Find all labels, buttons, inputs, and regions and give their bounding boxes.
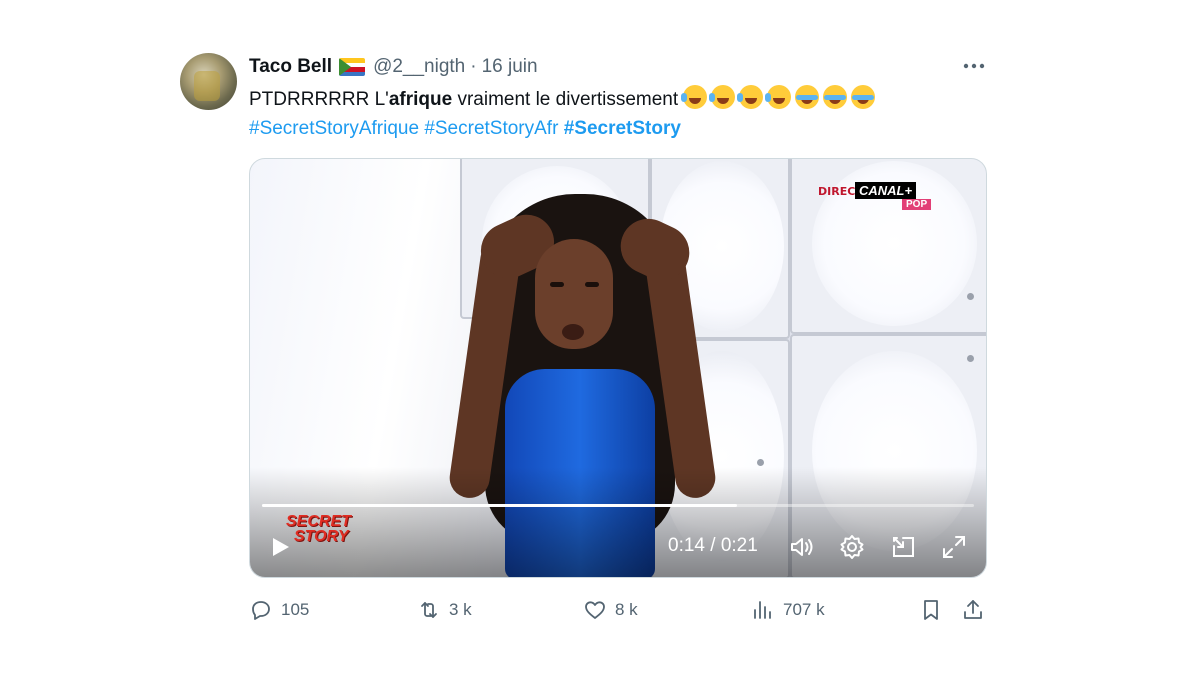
duration: 0:21	[720, 535, 758, 556]
show-logo-line1: SECRET	[286, 513, 351, 530]
channel-logo: CANAL+	[855, 182, 917, 199]
volume-icon[interactable]	[788, 533, 816, 561]
show-logo: SECRET STORY	[286, 513, 351, 545]
comoros-flag-icon	[339, 58, 366, 76]
tears-of-joy-emoji-icon	[709, 85, 736, 109]
hashtag-link[interactable]: #SecretStory	[564, 118, 681, 139]
views-icon	[754, 601, 771, 619]
loudly-crying-emoji-icon	[823, 85, 848, 109]
tears-of-joy-emoji-icon	[765, 85, 792, 109]
picture-in-picture-icon[interactable]	[890, 533, 918, 561]
tears-of-joy-emoji-icon	[681, 85, 708, 109]
video-time: 0:14 / 0:21	[668, 535, 758, 557]
tweet: Taco Bell @2__nigth · 16 juin PTDRRRRRR …	[180, 50, 990, 640]
video-player[interactable]: DIRECT CANAL+ POP SECRET STORY 0:14 / 0:…	[249, 158, 987, 578]
separator-dot: ·	[470, 56, 477, 77]
loudly-crying-emoji-icon	[851, 85, 876, 109]
share-icon[interactable]	[961, 598, 985, 622]
tweet-text-end: vraiment le divertissement	[452, 89, 684, 110]
hashtag-link[interactable]: #SecretStoryAfrique	[249, 118, 419, 139]
fullscreen-icon[interactable]	[940, 533, 968, 561]
author-handle[interactable]: @2__nigth	[373, 56, 465, 78]
tweet-header: Taco Bell @2__nigth · 16 juin	[249, 55, 538, 79]
views-button[interactable]: 707 k	[751, 598, 825, 622]
reply-icon	[252, 601, 270, 620]
tweet-text: PTDRRRRRR L'afrique vraiment le divertis…	[249, 85, 989, 143]
controls-overlay	[250, 467, 986, 577]
more-icon[interactable]	[960, 54, 988, 78]
author-name[interactable]: Taco Bell	[249, 56, 332, 78]
reply-button[interactable]: 105	[249, 598, 309, 622]
play-icon[interactable]	[268, 535, 292, 559]
reply-count: 105	[281, 600, 310, 619]
repost-button[interactable]: 3 k	[417, 598, 472, 622]
video-progress-fill	[262, 504, 737, 507]
hashtag-link[interactable]: #SecretStoryAfr	[424, 118, 558, 139]
video-progress-bar[interactable]	[262, 504, 974, 507]
avatar[interactable]	[180, 53, 237, 110]
tweet-text-bold: afrique	[388, 89, 453, 110]
channel-sub-label: POP	[902, 199, 932, 210]
show-logo-line2: STORY	[294, 528, 349, 545]
tweet-date[interactable]: 16 juin	[482, 56, 538, 78]
like-button[interactable]: 8 k	[583, 598, 638, 622]
bookmark-icon[interactable]	[919, 598, 943, 622]
current-time: 0:14	[668, 535, 705, 556]
repost-icon	[421, 602, 437, 618]
time-separator: /	[704, 535, 721, 556]
tweet-text-start: PTDRRRRRR L'	[249, 89, 389, 110]
like-count: 8 k	[615, 600, 638, 619]
gear-icon[interactable]	[838, 533, 866, 561]
heart-icon	[585, 601, 605, 619]
tweet-actions: 105 3 k 8 k 707 k	[249, 598, 989, 622]
loudly-crying-emoji-icon	[795, 85, 820, 109]
repost-count: 3 k	[449, 600, 472, 619]
tears-of-joy-emoji-icon	[737, 85, 764, 109]
views-count: 707 k	[783, 600, 825, 619]
